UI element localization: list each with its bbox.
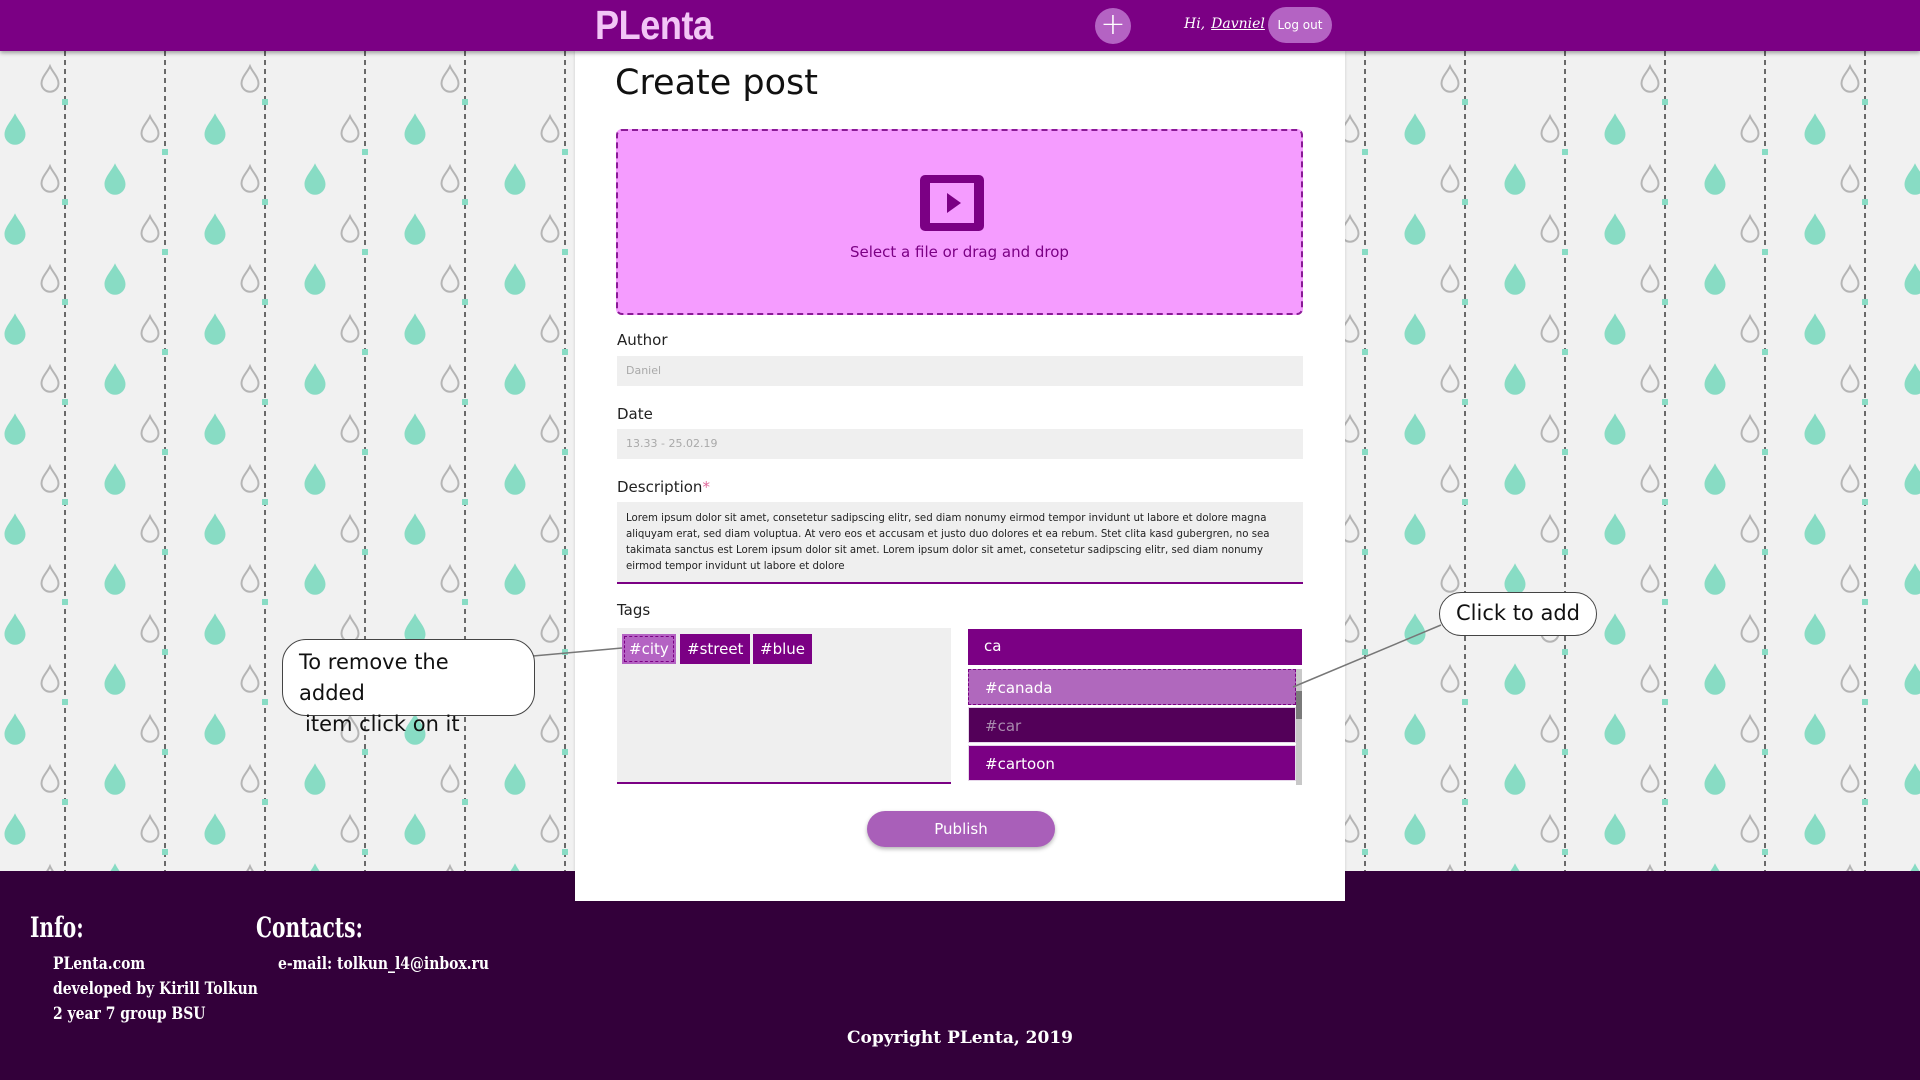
- add-hint-callout: Click to add: [1439, 592, 1597, 636]
- remove-hint-callout: To remove the added item click on it: [282, 639, 535, 736]
- callout-connectors: [532, 624, 1442, 688]
- remove-hint-line2: item click on it: [305, 712, 460, 736]
- remove-hint-line1: To remove the added: [299, 650, 449, 705]
